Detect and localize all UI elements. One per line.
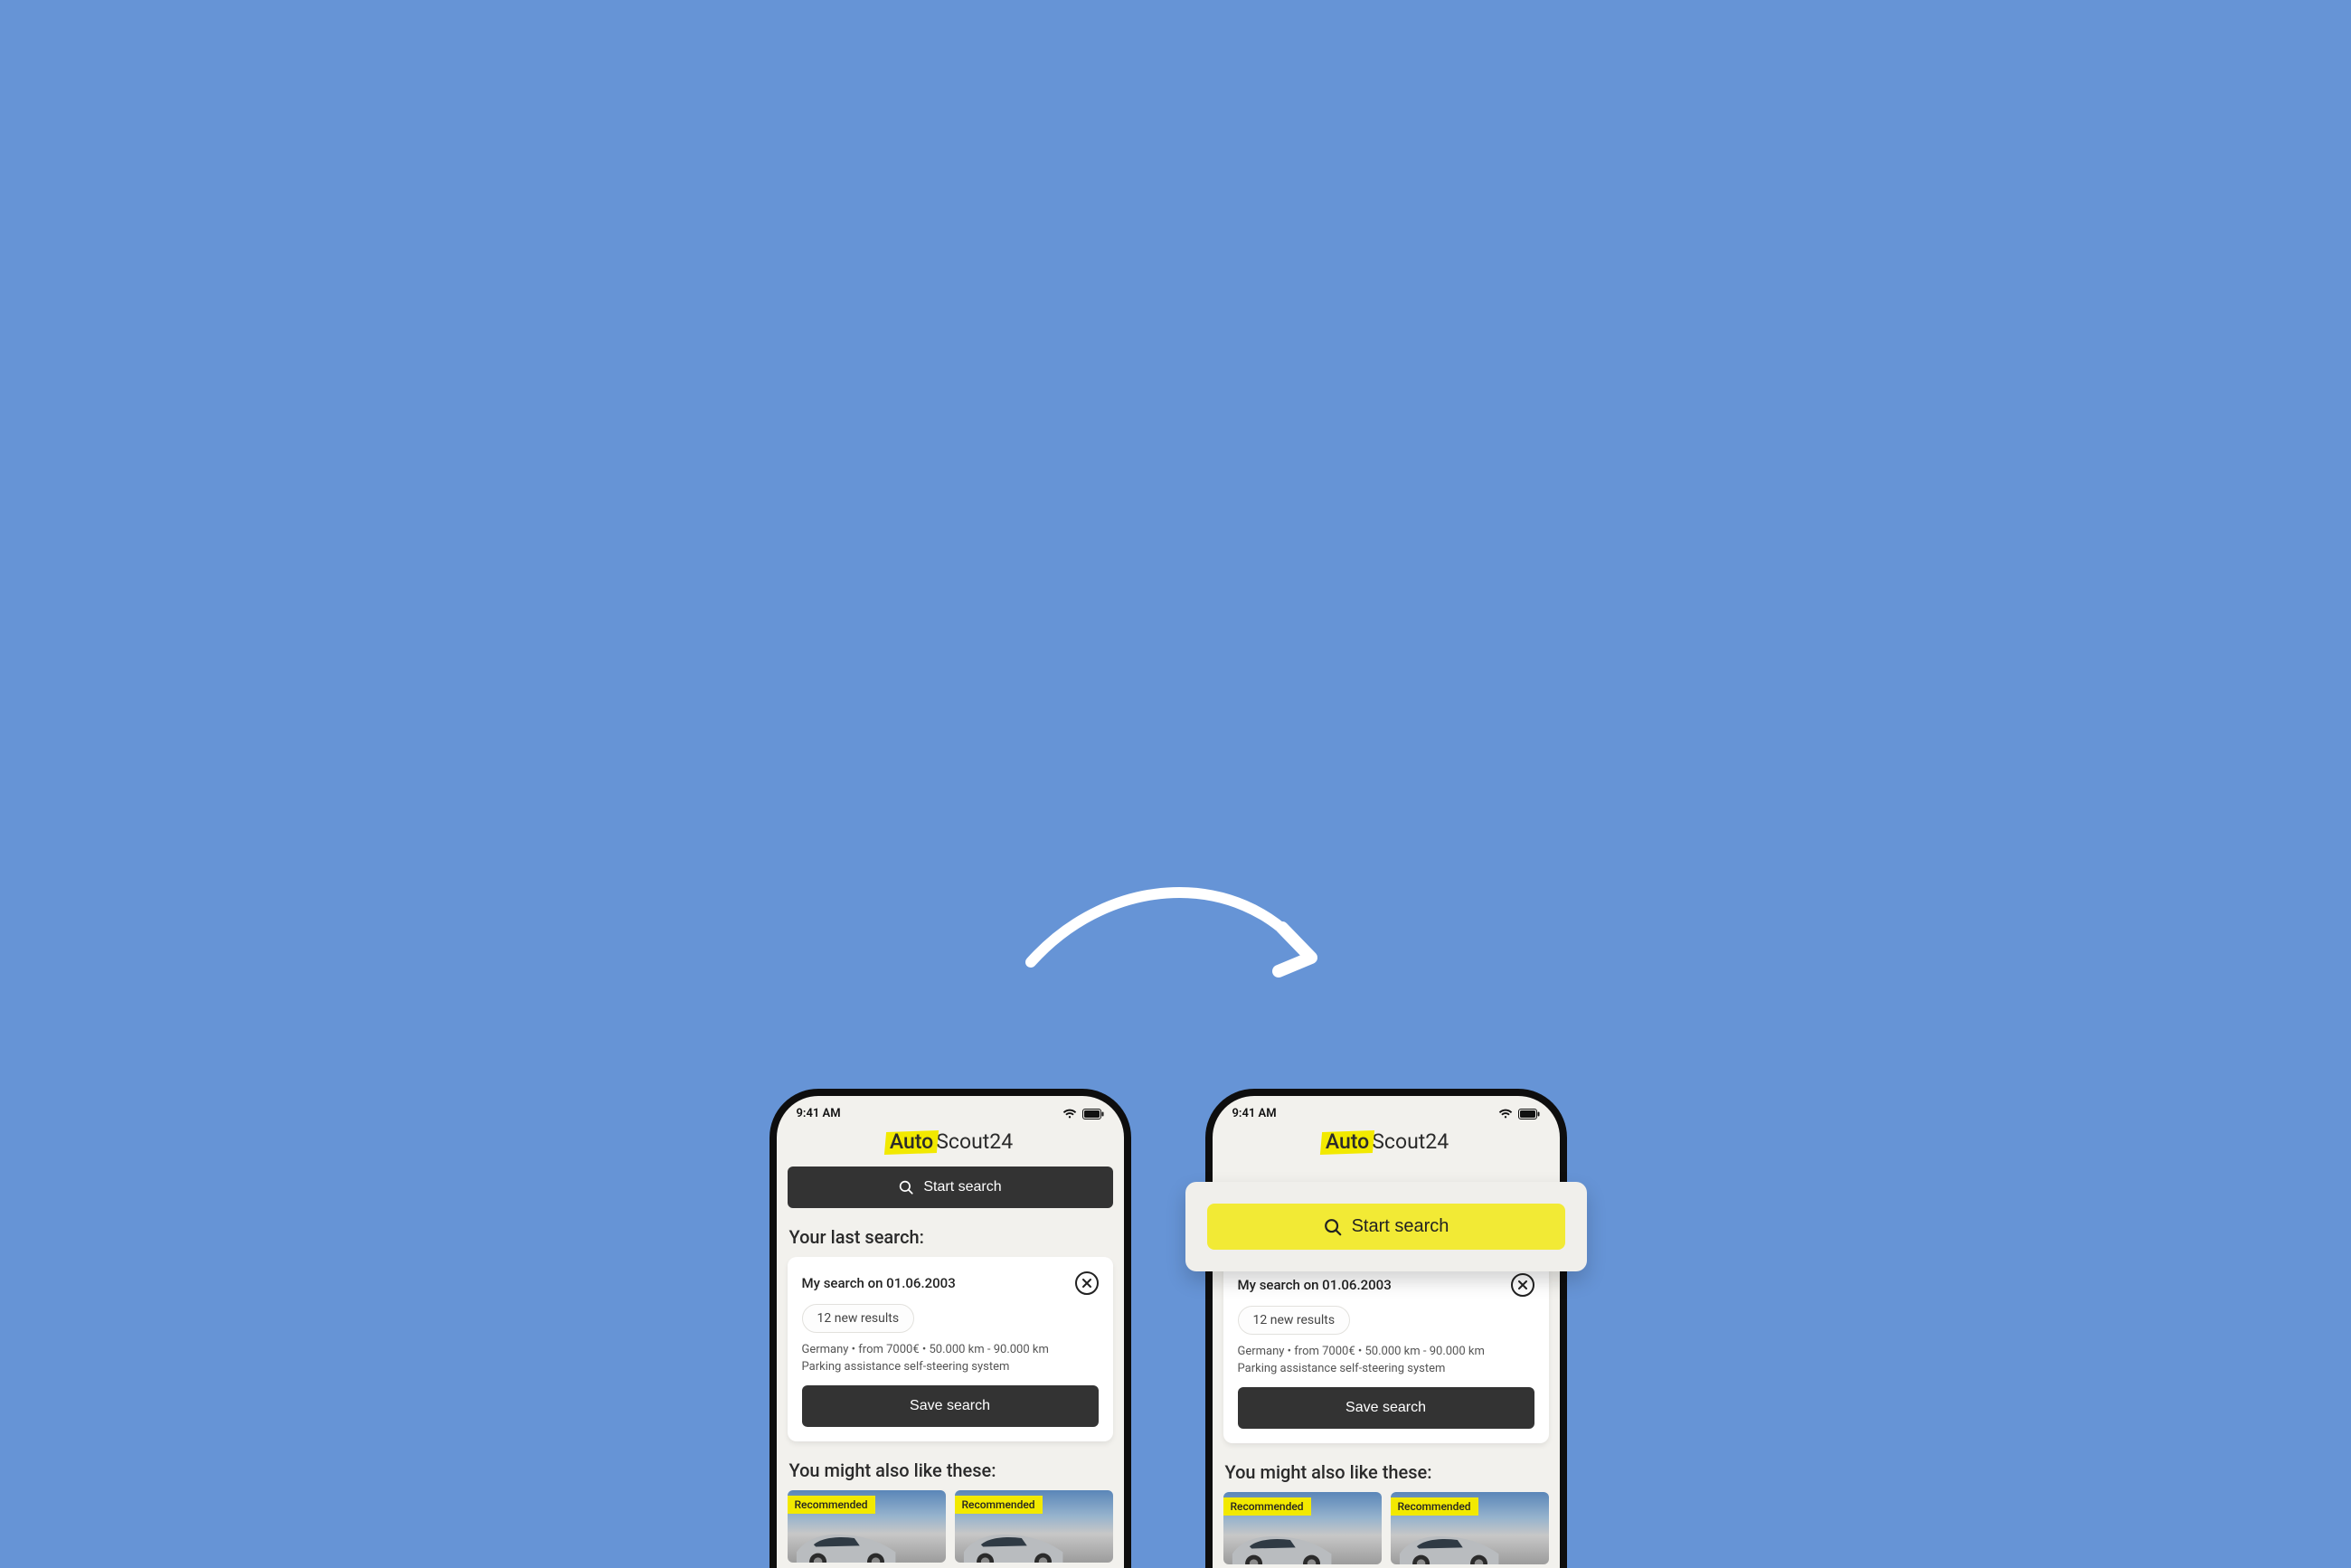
last-search-title: My search on 01.06.2003 <box>802 1275 956 1291</box>
save-search-button[interactable]: Save search <box>802 1385 1099 1427</box>
start-search-overlay: Start search <box>1185 1182 1587 1271</box>
phone-after: 9:41 AM AutoScout24 . My search o <box>1205 1089 1567 1568</box>
last-search-card[interactable]: My search on 01.06.2003 12 new results G… <box>1223 1259 1549 1443</box>
status-bar: 9:41 AM <box>1213 1096 1560 1128</box>
wifi-icon <box>1498 1109 1513 1119</box>
start-search-label: Start search <box>923 1179 1001 1195</box>
save-search-button[interactable]: Save search <box>1238 1387 1534 1429</box>
start-search-button[interactable]: Start search <box>788 1167 1113 1208</box>
status-bar: 9:41 AM <box>777 1096 1124 1128</box>
battery-icon <box>1518 1109 1540 1119</box>
new-results-chip[interactable]: 12 new results <box>1238 1306 1351 1335</box>
last-search-title: My search on 01.06.2003 <box>1238 1277 1392 1293</box>
start-search-label: Start search <box>1352 1216 1449 1237</box>
suggestion-tiles: Recommended Recommended <box>1223 1492 1549 1564</box>
battery-icon <box>1082 1109 1104 1119</box>
section-last-search-title: Your last search: <box>789 1226 1111 1248</box>
suggestion-tile[interactable]: Recommended <box>1223 1492 1382 1564</box>
recommended-badge: Recommended <box>955 1496 1043 1514</box>
transition-arrow <box>1013 854 1338 1016</box>
search-icon <box>1323 1217 1343 1237</box>
recommended-badge: Recommended <box>1391 1497 1478 1516</box>
wifi-icon <box>1062 1109 1077 1119</box>
new-results-chip[interactable]: 12 new results <box>802 1304 915 1333</box>
close-icon[interactable] <box>1511 1273 1534 1297</box>
suggestion-tile[interactable]: Recommended <box>955 1490 1113 1563</box>
suggestion-tiles: Recommended Recommended <box>788 1490 1113 1563</box>
recommended-badge: Recommended <box>1223 1497 1311 1516</box>
suggestion-tile[interactable]: Recommended <box>788 1490 946 1563</box>
search-meta: Germany • from 7000€ • 50.000 km - 90.00… <box>1238 1344 1534 1378</box>
last-search-card[interactable]: My search on 01.06.2003 12 new results G… <box>788 1257 1113 1441</box>
search-icon <box>898 1179 914 1195</box>
section-suggestions-title: You might also like these: <box>789 1459 1111 1481</box>
search-meta: Germany • from 7000€ • 50.000 km - 90.00… <box>802 1342 1099 1376</box>
start-search-button[interactable]: Start search <box>1207 1204 1565 1250</box>
status-time: 9:41 AM <box>797 1107 841 1120</box>
recommended-badge: Recommended <box>788 1496 875 1514</box>
close-icon[interactable] <box>1075 1271 1099 1295</box>
status-time: 9:41 AM <box>1232 1107 1277 1120</box>
suggestion-tile[interactable]: Recommended <box>1391 1492 1549 1564</box>
app-logo: AutoScout24 <box>777 1129 1124 1154</box>
phone-before: 9:41 AM AutoScout24 Sta <box>770 1089 1131 1568</box>
app-logo: AutoScout24 <box>1213 1129 1560 1154</box>
section-suggestions-title: You might also like these: <box>1225 1461 1547 1483</box>
